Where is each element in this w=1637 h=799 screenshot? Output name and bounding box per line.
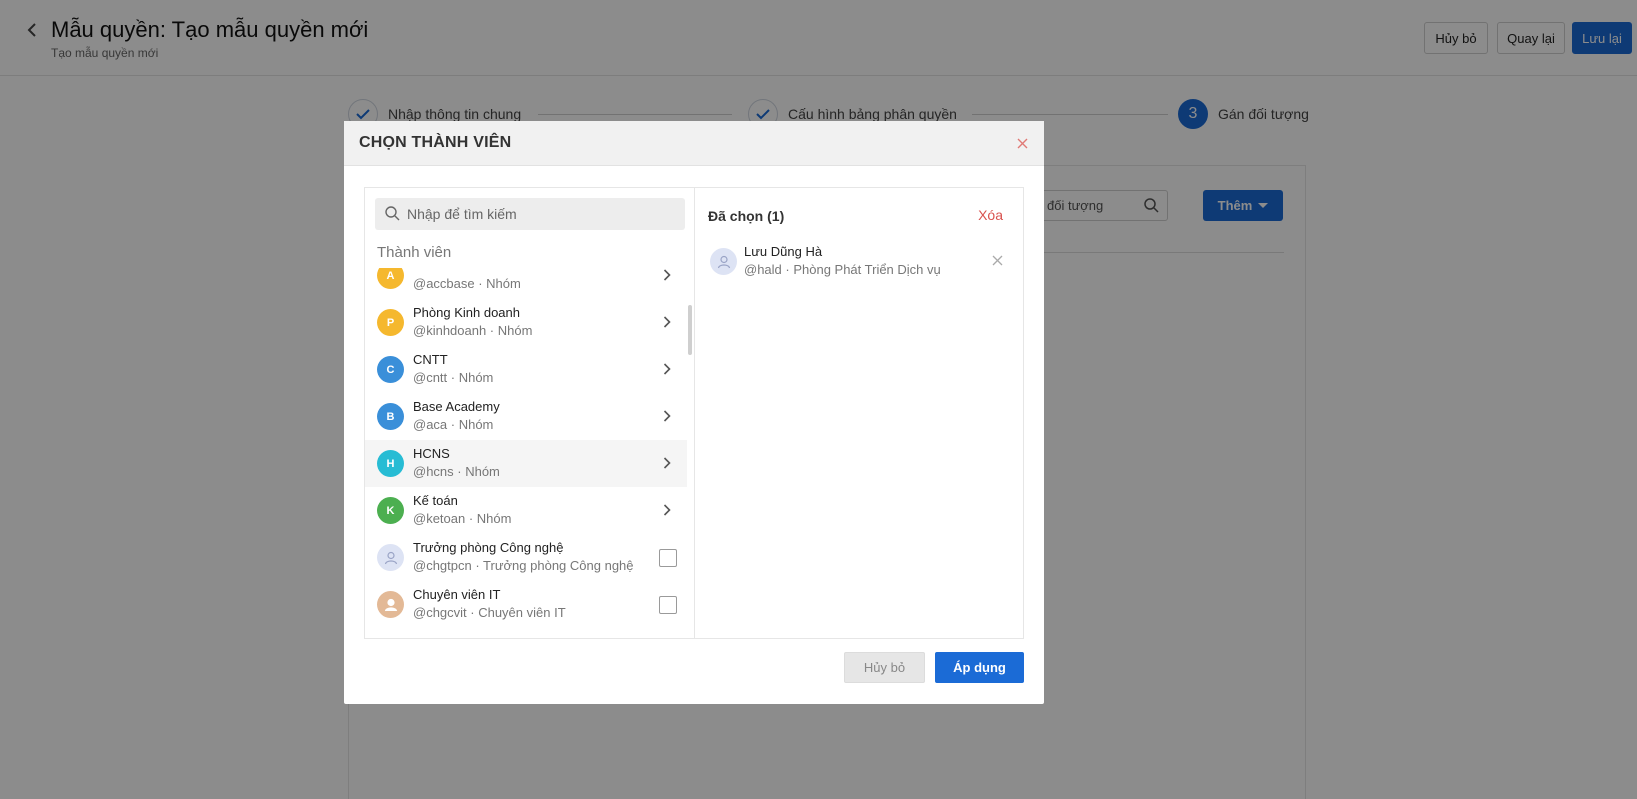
member-search-input[interactable] [407,198,677,230]
list-item-name: Chuyên viên IT [413,587,501,602]
list-item[interactable]: B Base Academy @aca · Nhóm [365,393,687,440]
list-item-name: Phòng Kinh doanh [413,305,520,320]
member-search[interactable] [375,198,685,230]
group-avatar: K [377,497,404,524]
chevron-right-icon[interactable] [661,363,673,375]
list-item[interactable]: Trưởng phòng Công nghệ @chgtpcn · Trưởng … [365,534,687,581]
close-icon[interactable] [1014,135,1030,151]
clear-selection-link[interactable]: Xóa [978,207,1003,223]
list-item-sub: @kinhdoanh · Nhóm [413,323,533,338]
list-item-name: Base Academy [413,399,500,414]
scrollbar[interactable] [687,268,693,638]
selected-pane: Đã chọn (1) Xóa Lưu Dũng Hà @hald · Phòn… [696,188,1023,638]
list-item-name: HCNS [413,446,450,461]
member-picker: Thành viên A @accbase · Nhóm P Phòng Kinh d… [364,187,1024,639]
modal-header: CHỌN THÀNH VIÊN [344,121,1044,166]
group-avatar: A [377,268,404,289]
list-item-sub: @ketoan · Nhóm [413,511,512,526]
select-member-modal: CHỌN THÀNH VIÊN Thành viên A @accbase · N… [344,121,1044,704]
list-item[interactable]: Chuyên viên IT @chgcvit · Chuyên viên IT [365,581,687,628]
group-avatar: B [377,403,404,430]
user-avatar-icon [710,248,737,275]
list-item-sub: @hcns · Nhóm [413,464,500,479]
user-avatar-icon [377,544,404,571]
chevron-right-icon[interactable] [661,316,673,328]
chevron-right-icon[interactable] [661,269,673,281]
list-item-sub: @cntt · Nhóm [413,370,494,385]
selected-item-name: Lưu Dũng Hà [744,244,823,259]
list-item-sub: @chgcvit · Chuyên viên IT [413,605,566,620]
list-item-name: Trưởng phòng Công nghệ [413,540,564,555]
section-label: Thành viên [377,244,452,261]
select-checkbox[interactable] [659,596,677,614]
selected-item: Lưu Dũng Hà @hald · Phòng Phát Triển Dịc… [696,240,1023,284]
list-item-name: CNTT [413,352,448,367]
chevron-right-icon[interactable] [661,410,673,422]
member-list[interactable]: A @accbase · Nhóm P Phòng Kinh doanh @kinhdo… [365,268,687,638]
search-icon [385,206,400,226]
list-item[interactable]: H HCNS @hcns · Nhóm [365,440,687,487]
list-item[interactable]: C CNTT @cntt · Nhóm [365,346,687,393]
list-item[interactable]: K Kế toán @ketoan · Nhóm [365,487,687,534]
group-avatar: H [377,450,404,477]
chevron-right-icon[interactable] [661,457,673,469]
modal-cancel-button[interactable]: Hủy bỏ [844,652,925,683]
list-item-sub: @accbase · Nhóm [413,276,521,291]
selected-count-title: Đã chọn (1) [708,208,785,224]
list-item[interactable]: P Phòng Kinh doanh @kinhdoanh · Nhóm [365,299,687,346]
member-list-pane: Thành viên A @accbase · Nhóm P Phòng Kinh d… [365,188,695,638]
list-item-sub: @aca · Nhóm [413,417,494,432]
list-item[interactable]: A @accbase · Nhóm [365,268,687,299]
remove-icon[interactable] [991,254,1003,266]
user-avatar-icon [377,591,404,618]
selected-item-sub: @hald · Phòng Phát Triển Dịch vụ [744,262,941,277]
select-checkbox[interactable] [659,549,677,567]
scrollbar-thumb[interactable] [688,305,692,355]
list-item-sub: @chgtpcn · Trưởng phòng Công nghệ [413,558,634,573]
group-avatar: C [377,356,404,383]
group-avatar: P [377,309,404,336]
chevron-right-icon[interactable] [661,504,673,516]
modal-title: CHỌN THÀNH VIÊN [359,134,512,151]
list-item-name: Kế toán [413,493,458,508]
modal-apply-button[interactable]: Áp dụng [935,652,1024,683]
